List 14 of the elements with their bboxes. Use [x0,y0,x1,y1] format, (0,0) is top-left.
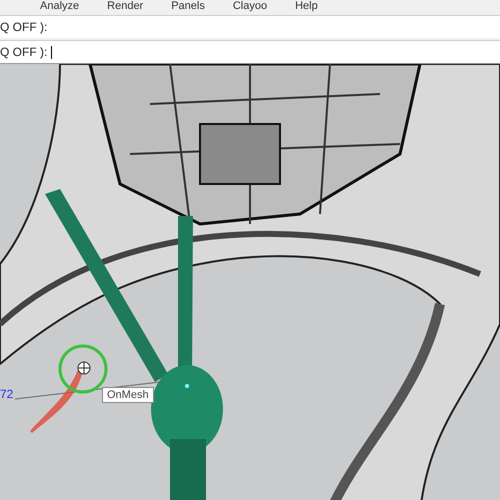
menu-item[interactable]: Render [107,0,144,13]
menu-item[interactable]: Analyze [40,0,80,13]
text-cursor [51,46,52,58]
command-field[interactable]: Q OFF ): [0,40,500,64]
command-history-line: Q OFF ): [0,20,48,34]
point-marker [185,384,189,388]
coordinate-label: 72 [0,387,14,401]
snap-tooltip: OnMesh [102,387,154,403]
cursor-icon [78,362,90,374]
viewport[interactable]: 72 OnMesh [0,64,500,500]
snap-circle [58,344,108,394]
menu-item[interactable]: Help [295,0,318,13]
menu-item[interactable]: Clayoo [232,0,268,13]
menu-item[interactable]: Panels [171,0,205,13]
